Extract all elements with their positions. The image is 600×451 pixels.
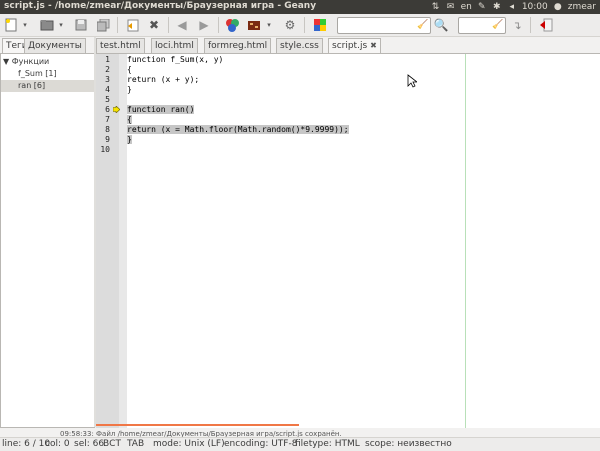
keyboard-layout[interactable]: en: [461, 2, 472, 12]
new-file-icon[interactable]: [3, 17, 19, 33]
tab-documents[interactable]: Документы: [24, 38, 86, 53]
window-title: script.js - /home/zmear/Документы/Браузе…: [4, 1, 317, 11]
line-number: 9: [105, 135, 110, 144]
user-icon[interactable]: ●: [553, 2, 563, 12]
doc-tab-label: style.css: [280, 41, 319, 51]
code-line-selected: function ran(): [127, 105, 195, 114]
doc-tab-active[interactable]: script.js ✖: [328, 38, 381, 53]
line-number: 10: [100, 145, 110, 154]
forward-icon[interactable]: ▶: [196, 17, 212, 33]
network-icon[interactable]: ⇅: [431, 2, 441, 12]
toolbar-separator: [168, 17, 169, 33]
open-file-icon[interactable]: [39, 17, 55, 33]
doc-tab-label: test.html: [100, 41, 141, 51]
status-scope: scope: неизвестно: [365, 439, 452, 449]
toolbar-separator: [304, 17, 305, 33]
code-line: }: [127, 85, 132, 94]
doc-tab-label: script.js: [332, 41, 368, 51]
close-tab-icon[interactable]: ✖: [370, 39, 377, 53]
code-line: return (x + y);: [127, 75, 200, 84]
new-file-dropdown-icon[interactable]: ▾: [20, 17, 30, 33]
system-tray: ⇅ ✉ en ✎ ✱ ◂ 10:00 ● zmear: [431, 0, 600, 14]
tree-root-label: Функции: [11, 57, 50, 66]
jump-to-line-icon[interactable]: ↴: [509, 17, 525, 33]
doc-tab[interactable]: test.html: [96, 38, 145, 53]
compile-icon[interactable]: [224, 17, 240, 33]
title-bar: script.js - /home/zmear/Документы/Браузе…: [0, 0, 600, 14]
tree-root-row[interactable]: ▼ Функции: [3, 56, 49, 68]
message-splitter-accent[interactable]: [96, 424, 299, 426]
close-icon[interactable]: ✖: [146, 17, 162, 33]
toolbar: ▾ ▾ ✖ ◀ ▶ ▾ ⚙ 🧹 🔍 🧹 ↴: [0, 14, 600, 37]
goto-line-input[interactable]: 🧹: [458, 17, 506, 34]
toolbar-separator: [117, 17, 118, 33]
clear-goto-icon[interactable]: 🧹: [492, 18, 504, 32]
document-tabs: test.html loci.html formreg.html style.c…: [96, 37, 600, 53]
code-line-selected: return (x = Math.floor(Math.random()*9.9…: [127, 125, 349, 134]
clear-search-icon[interactable]: 🧹: [417, 18, 429, 32]
status-col: col: 0: [45, 439, 70, 449]
doc-tab[interactable]: style.css: [276, 38, 323, 53]
tree-item-selected[interactable]: ran [6]: [1, 80, 94, 92]
status-bar: line: 6 / 10 col: 0 sel: 66 ВСТ TAB mode…: [0, 437, 600, 451]
line-number: 4: [105, 85, 110, 94]
code-editor[interactable]: 1 2 3 4 5 6 7 8 9 10 function f_Sum(x, y…: [96, 53, 600, 428]
quit-icon[interactable]: [538, 17, 554, 33]
symbol-tree: ▼ Функции f_Sum [1] ran [6]: [0, 53, 95, 428]
status-indent: TAB: [127, 439, 145, 449]
sidebar-tabs: Теги Документы: [0, 37, 96, 53]
line-number: 3: [105, 75, 110, 84]
status-sel: sel: 66: [74, 439, 105, 449]
status-mode: mode: Unix (LF): [153, 439, 225, 449]
status-insert-mode: ВСТ: [103, 439, 121, 449]
messaging-icon[interactable]: ✎: [477, 2, 487, 12]
expander-icon[interactable]: ▼: [3, 57, 9, 66]
build-icon[interactable]: [246, 17, 262, 33]
toolbar-separator: [218, 17, 219, 33]
build-dropdown-icon[interactable]: ▾: [264, 17, 274, 33]
code-line-selected: }: [127, 135, 132, 144]
line-number: 5: [105, 95, 110, 104]
line-number: 6: [105, 105, 110, 114]
revert-icon[interactable]: [124, 17, 140, 33]
bluetooth-icon[interactable]: ✱: [492, 2, 502, 12]
line-number: 7: [105, 115, 110, 124]
doc-tab[interactable]: formreg.html: [204, 38, 272, 53]
user-name[interactable]: zmear: [568, 2, 596, 12]
volume-icon[interactable]: ◂: [507, 2, 517, 12]
back-icon[interactable]: ◀: [174, 17, 190, 33]
code-line: {: [127, 65, 132, 74]
doc-tab[interactable]: loci.html: [151, 38, 198, 53]
toolbar-separator: [530, 17, 531, 33]
color-chooser-icon[interactable]: [312, 17, 328, 33]
doc-tab-label: formreg.html: [208, 41, 268, 51]
code-line-selected: {: [127, 115, 132, 124]
line-number: 1: [105, 55, 110, 64]
save-icon[interactable]: [73, 17, 89, 33]
fold-margin[interactable]: [119, 54, 127, 428]
save-all-icon[interactable]: [95, 17, 111, 33]
line-number: 2: [105, 65, 110, 74]
mouse-pointer-icon: [407, 74, 417, 88]
tree-item-label: ran [6]: [18, 81, 46, 90]
doc-tab-label: loci.html: [155, 41, 194, 51]
code-line: function f_Sum(x, y): [127, 55, 224, 64]
message-window-line: 09:58:33: Файл /home/zmear/Документы/Бра…: [60, 430, 342, 437]
clock[interactable]: 10:00: [522, 2, 548, 12]
current-line-marker-icon: [113, 106, 120, 113]
tree-item[interactable]: f_Sum [1]: [18, 68, 57, 80]
search-icon[interactable]: 🔍: [433, 17, 449, 33]
mail-icon[interactable]: ✉: [446, 2, 456, 12]
status-line: line: 6 / 10: [2, 439, 51, 449]
open-dropdown-icon[interactable]: ▾: [56, 17, 66, 33]
status-encoding: encoding: UTF-8: [224, 439, 298, 449]
search-input[interactable]: 🧹: [337, 17, 431, 34]
line-number: 8: [105, 125, 110, 134]
long-line-marker: [465, 54, 466, 428]
status-filetype: filetype: HTML: [295, 439, 360, 449]
preferences-icon[interactable]: ⚙: [282, 17, 298, 33]
